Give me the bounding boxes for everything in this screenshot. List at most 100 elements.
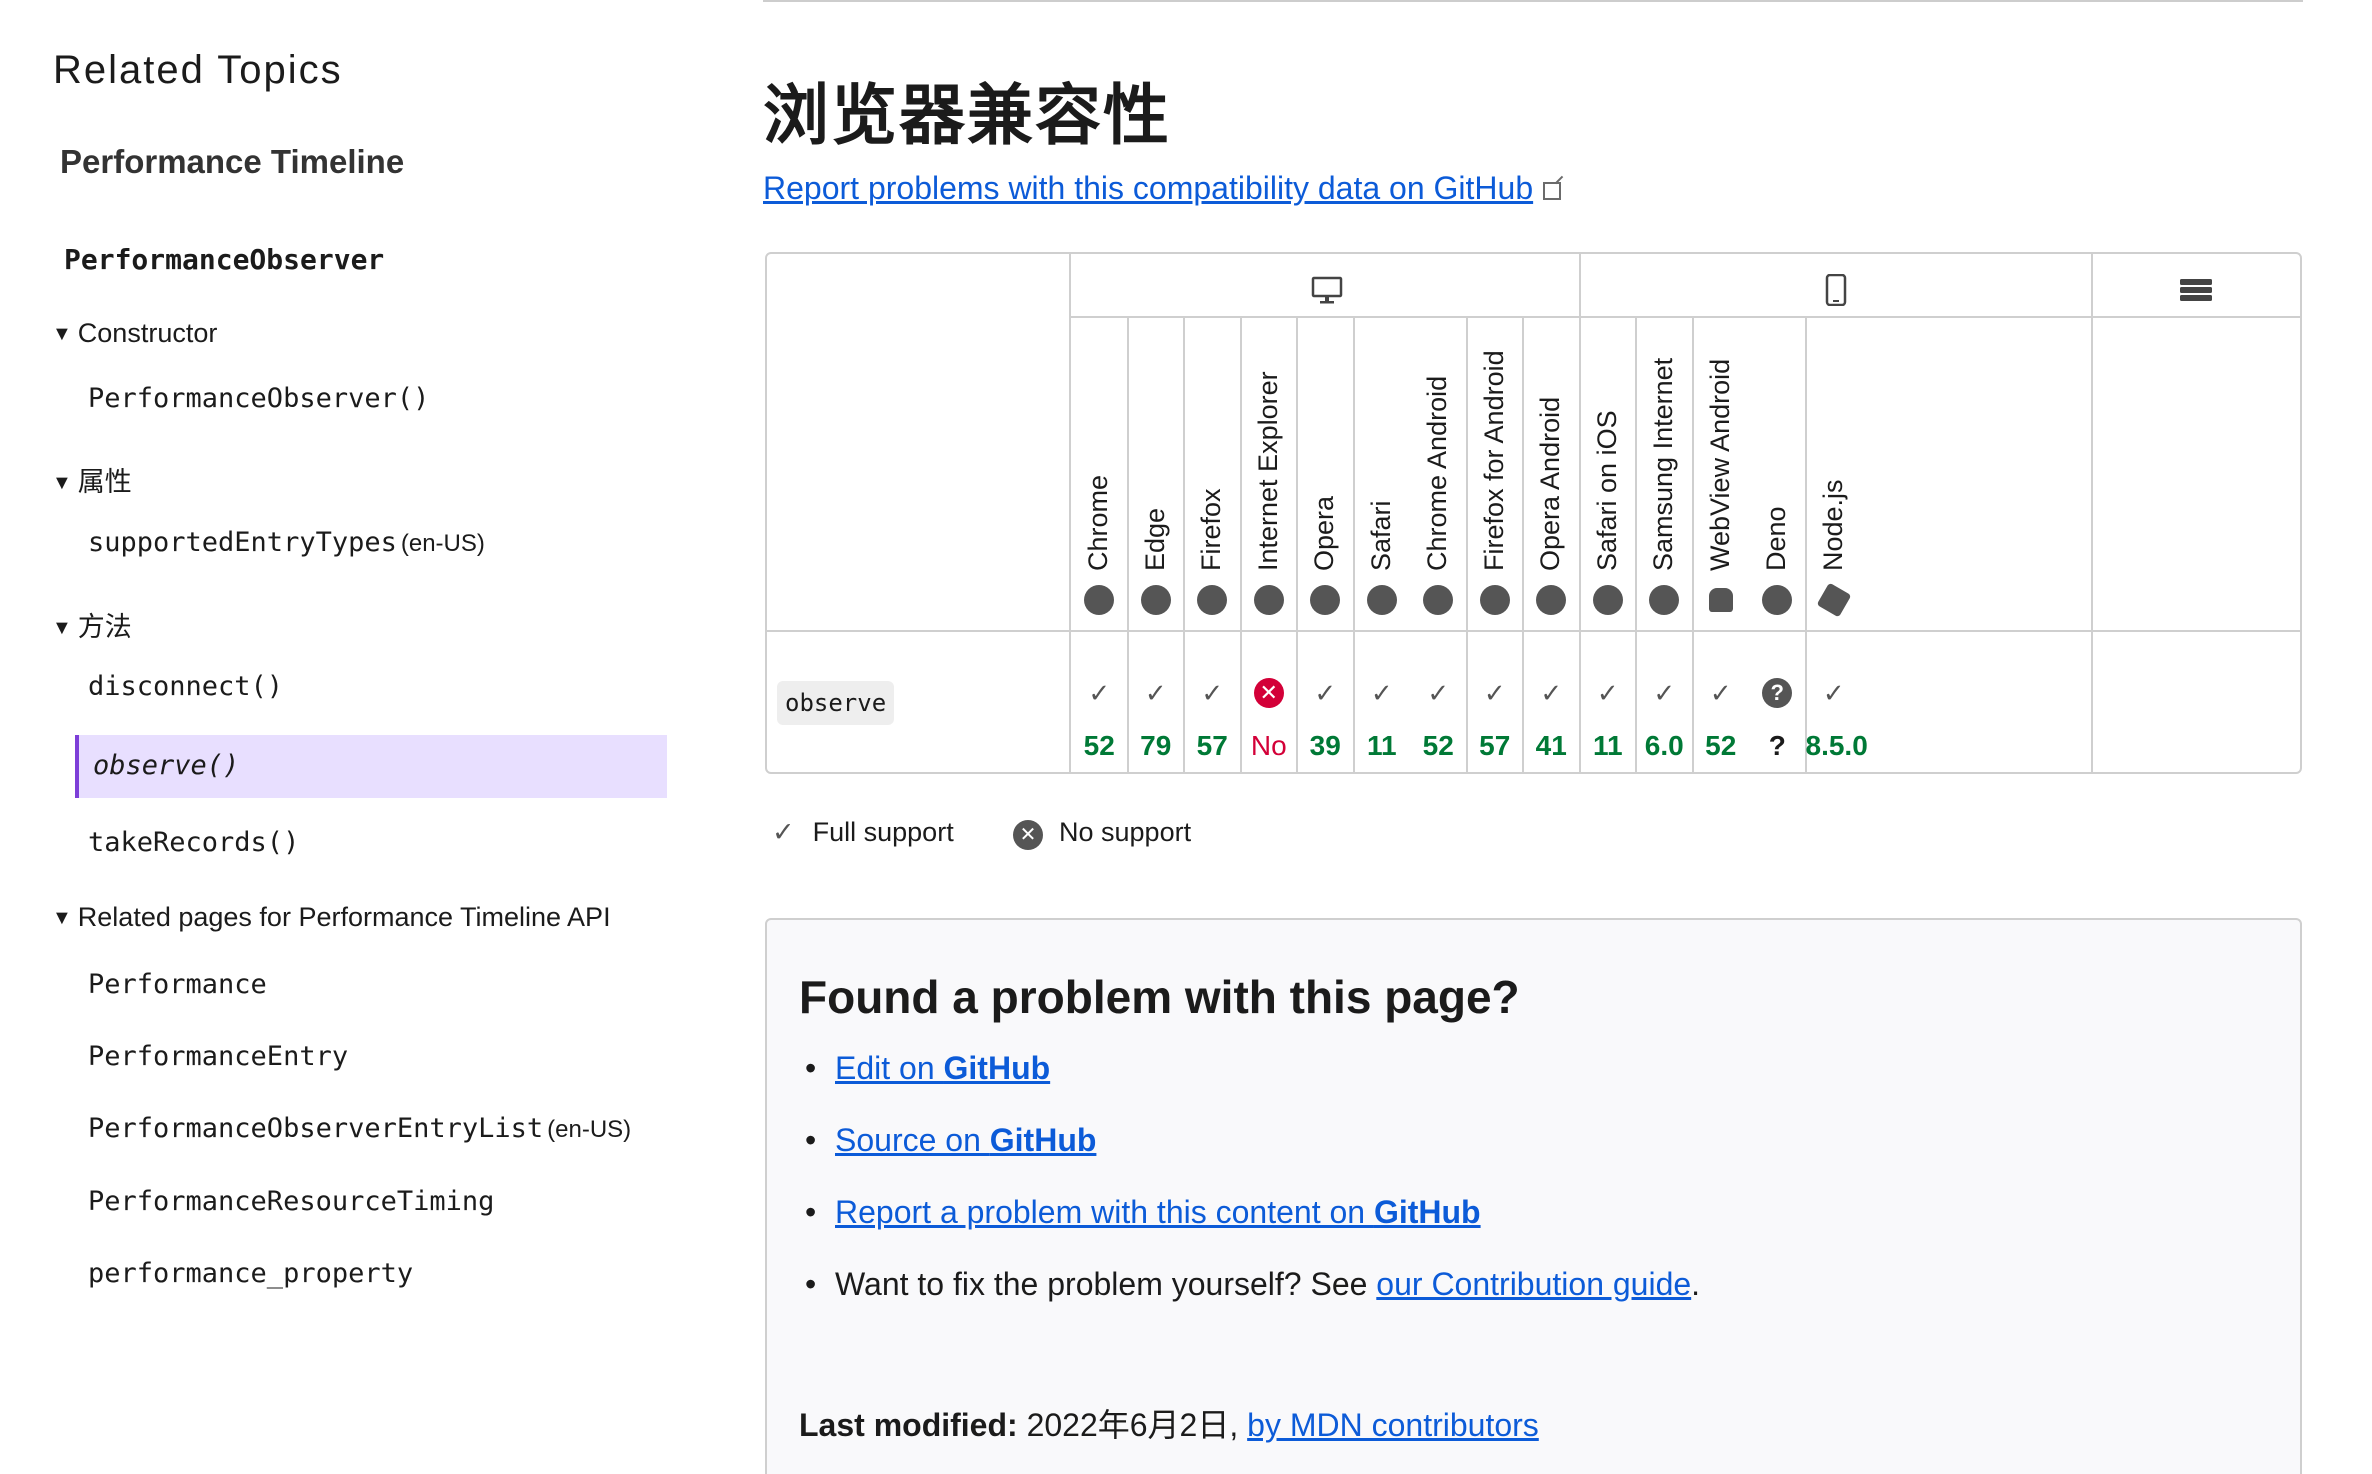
support-cell[interactable]: ✓ 52 <box>1693 656 1750 774</box>
check-icon: ✓ <box>1653 678 1676 708</box>
sidebar-parent-link[interactable]: Performance Timeline <box>60 143 404 181</box>
triangle-down-icon: ▼ <box>52 323 72 345</box>
browser-name: Safari <box>1365 500 1396 571</box>
support-cell[interactable]: ✓ 11 <box>1580 656 1637 774</box>
list-item: Want to fix the problem yourself? See ou… <box>805 1264 1700 1336</box>
sidebar-item[interactable]: takeRecords() <box>88 827 299 858</box>
page-title: 浏览器兼容性 <box>763 78 1171 152</box>
sidebar-toggle-related[interactable]: ▼ Related pages for Performance Timeline … <box>52 902 611 933</box>
browser-name: Edge <box>1139 507 1170 571</box>
edge-icon <box>1140 585 1171 615</box>
compat-table: observe Chrome ✓ 52 Edge ✓ 79 Firefox ✓ 57 Intern… <box>765 252 2302 774</box>
support-version: 57 <box>1196 730 1228 761</box>
sidebar-toggle-properties[interactable]: ▼ 属性 <box>52 460 132 499</box>
browser-name: Safari on iOS <box>1591 410 1622 571</box>
legend-full-support: ✓ Full support <box>772 817 954 847</box>
safari-icon <box>1366 585 1397 615</box>
browser-name: Firefox for Android <box>1478 350 1509 571</box>
browser-name: Samsung Internet <box>1648 357 1679 571</box>
report-compat-link[interactable]: Report problems with this compatibility … <box>763 170 1562 207</box>
check-icon: ✓ <box>1314 678 1337 708</box>
list-item: Source on GitHub <box>805 1120 1700 1192</box>
report-problem-link[interactable]: Report a problem with this content on Gi… <box>835 1194 1481 1230</box>
browser-name: WebView Android <box>1704 358 1735 571</box>
browser-name: Opera <box>1309 495 1340 571</box>
triangle-down-icon: ▼ <box>52 472 72 494</box>
support-version: 79 <box>1140 730 1172 761</box>
contributors-link[interactable]: by MDN contributors <box>1247 1407 1539 1443</box>
browser-name: Internet Explorer <box>1252 371 1283 571</box>
support-cell[interactable]: ✓ 39 <box>1297 656 1354 774</box>
sidebar-item[interactable]: Performance <box>88 969 267 1000</box>
support-cell[interactable]: ✓ 57 <box>1184 656 1241 774</box>
divider <box>1071 316 2302 318</box>
triangle-down-icon: ▼ <box>52 907 72 929</box>
last-modified: Last modified: 2022年6月2日, by MDN contrib… <box>799 1407 1539 1443</box>
feedback-title: Found a problem with this page? <box>799 971 1520 1023</box>
support-version: 11 <box>1366 730 1397 761</box>
browser-name: Node.js <box>1817 479 1848 571</box>
browser-name: Firefox <box>1196 488 1227 571</box>
android-icon <box>1708 588 1733 612</box>
divider <box>2091 254 2093 774</box>
browser-name: Opera Android <box>1535 396 1566 571</box>
sidebar-item[interactable]: PerformanceObserver() <box>88 383 429 414</box>
legend-no-support: ✕ No support <box>1013 817 1191 850</box>
list-item: Edit on GitHub <box>805 1048 1700 1120</box>
support-version: 52 <box>1083 730 1115 761</box>
sidebar-toggle-constructor[interactable]: ▼ Constructor <box>52 318 217 349</box>
support-cell[interactable]: ✓ 52 <box>1410 656 1467 774</box>
no-support-icon: ✕ <box>1013 820 1043 850</box>
sidebar-toggle-methods[interactable]: ▼ 方法 <box>52 605 132 644</box>
support-cell[interactable]: ✓ 11 <box>1354 656 1411 774</box>
check-icon: ✓ <box>1427 678 1450 708</box>
top-divider <box>763 0 2303 2</box>
check-icon: ✓ <box>1709 678 1732 708</box>
sidebar-item[interactable]: PerformanceObserverEntryList (en-US) <box>88 1113 631 1144</box>
sidebar-item-active[interactable]: observe() <box>75 735 667 798</box>
ie-icon <box>1253 585 1284 615</box>
sidebar-item[interactable]: PerformanceResourceTiming <box>88 1186 494 1217</box>
mobile-icon <box>1825 274 1847 306</box>
server-icon <box>2180 279 2212 301</box>
sidebar-item[interactable]: disconnect() <box>88 671 283 702</box>
feedback-list: Edit on GitHub Source on GitHub Report a… <box>805 1048 1700 1336</box>
support-cell[interactable]: ✓ 79 <box>1128 656 1185 774</box>
support-version: ? <box>1768 730 1786 761</box>
check-icon: ✓ <box>1144 678 1167 708</box>
source-on-github-link[interactable]: Source on GitHub <box>835 1122 1096 1158</box>
support-cell[interactable]: ✓ 41 <box>1523 656 1580 774</box>
edit-on-github-link[interactable]: Edit on GitHub <box>835 1050 1050 1086</box>
sidebar-api-link[interactable]: PerformanceObserver <box>64 243 384 276</box>
sidebar: Related Topics Performance Timeline Perf… <box>0 0 700 1474</box>
external-link-icon <box>1543 182 1562 200</box>
support-cell[interactable]: ✓ 6.0 <box>1636 656 1693 774</box>
triangle-down-icon: ▼ <box>52 617 72 639</box>
check-icon: ✓ <box>1540 678 1563 708</box>
check-icon: ✓ <box>1596 678 1619 708</box>
browser-name: Chrome <box>1083 474 1114 571</box>
no-support-icon: ✕ <box>1253 678 1284 708</box>
check-icon: ✓ <box>1822 678 1845 708</box>
desktop-icon <box>1311 276 1343 304</box>
sidebar-item[interactable]: supportedEntryTypes (en-US) <box>88 527 485 558</box>
support-cell[interactable]: ✓ 52 <box>1071 656 1128 774</box>
support-cell[interactable]: ?? <box>1749 656 1806 774</box>
check-icon: ✓ <box>1201 678 1224 708</box>
firefox-icon <box>1479 585 1510 615</box>
support-version: 11 <box>1592 730 1623 761</box>
support-version: 57 <box>1479 730 1511 761</box>
list-item: Report a problem with this content on Gi… <box>805 1192 1700 1264</box>
support-cell[interactable]: ✓ 57 <box>1467 656 1524 774</box>
support-version: 52 <box>1422 730 1454 761</box>
support-cell[interactable]: ✓ 8.5.0 <box>1806 656 1868 774</box>
contribution-guide-link[interactable]: our Contribution guide <box>1376 1266 1691 1302</box>
browser-header: WebView Android <box>1693 319 1750 631</box>
support-cell[interactable]: ✕ No <box>1241 656 1298 774</box>
sidebar-item[interactable]: PerformanceEntry <box>88 1041 348 1072</box>
support-version: 39 <box>1309 730 1341 761</box>
sidebar-title: Related Topics <box>53 48 343 92</box>
sidebar-item[interactable]: performance_property <box>88 1258 413 1289</box>
browser-name: Deno <box>1761 506 1792 571</box>
unknown-support-icon: ? <box>1762 678 1793 708</box>
